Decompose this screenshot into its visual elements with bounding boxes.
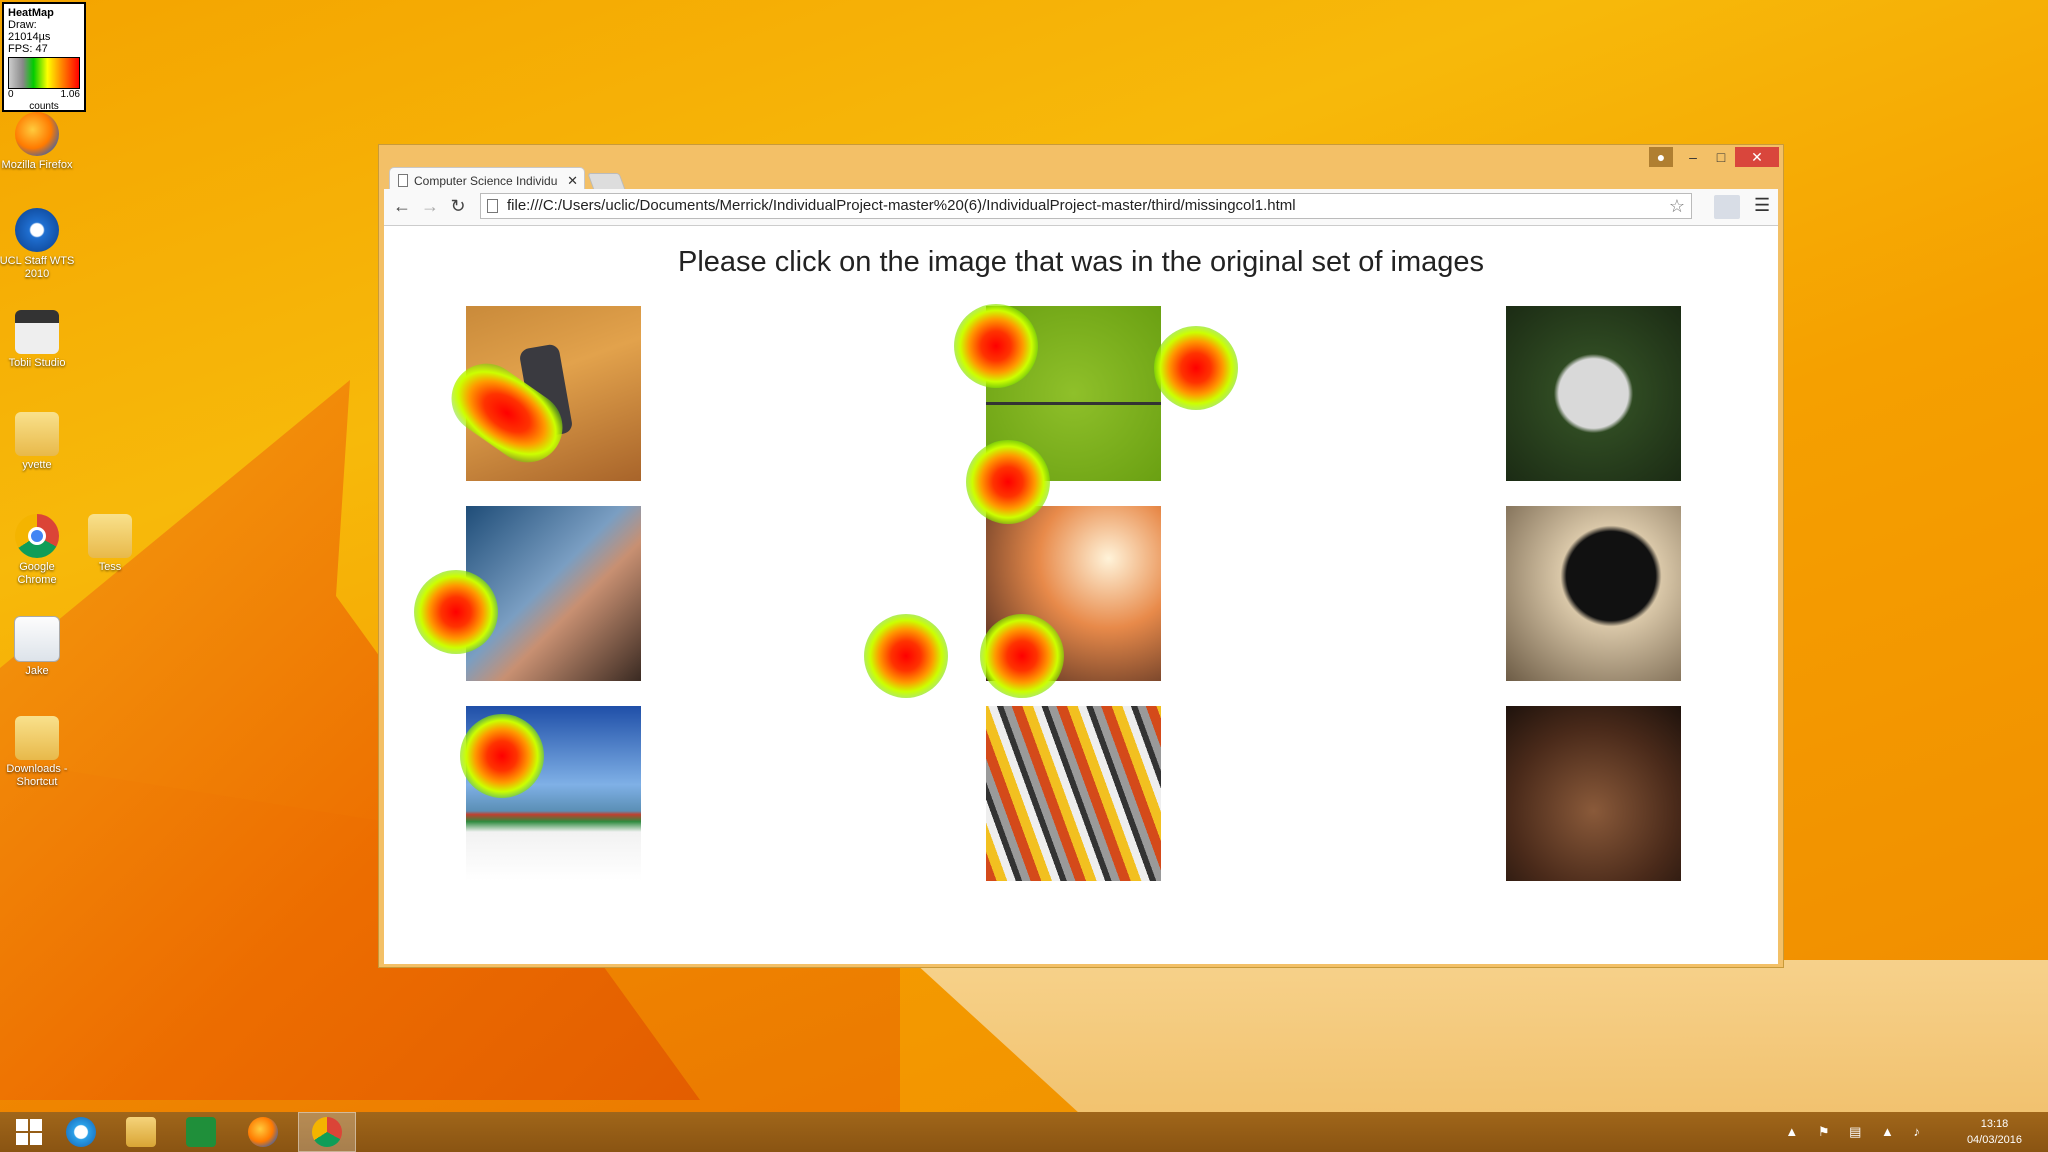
desktop-icon-ucl-staff[interactable]: UCL Staff WTS 2010 — [0, 208, 75, 281]
menu-icon[interactable]: ☰ — [1754, 195, 1770, 216]
heatmap-fps: FPS: 47 — [8, 43, 48, 55]
desktop-icon-label: Tess — [98, 561, 122, 573]
desktop-icon-jake[interactable]: Jake — [0, 616, 75, 678]
store-icon — [186, 1117, 216, 1147]
gaze-heatmap-spot — [414, 570, 498, 654]
heatmap-legend: HeatMap Draw: 21014µs FPS: 47 0 1.06 cou… — [2, 2, 86, 112]
window-controls: ● – □ ✕ — [1649, 147, 1779, 167]
close-button[interactable]: ✕ — [1735, 147, 1779, 167]
desktop-icon-label: Jake — [25, 665, 49, 677]
image-option-rug[interactable] — [986, 706, 1161, 881]
firefox-icon — [248, 1117, 278, 1147]
address-bar[interactable]: file:///C:/Users/uclic/Documents/Merrick… — [480, 193, 1692, 219]
clock-date: 04/03/2016 — [1966, 1134, 2022, 1146]
extension-icon[interactable] — [1714, 195, 1740, 219]
document-icon — [14, 616, 60, 662]
desktop-icon-label: UCL Staff WTS 2010 — [0, 255, 75, 280]
folder-icon — [15, 412, 59, 456]
image-option-telephone[interactable] — [1506, 506, 1681, 681]
chrome-icon — [312, 1117, 342, 1147]
clock-time: 13:18 — [1980, 1118, 2009, 1130]
bookmark-star-icon[interactable]: ☆ — [1669, 194, 1685, 218]
heatmap-draw-time: Draw: 21014µs — [8, 19, 51, 43]
start-button[interactable] — [0, 1112, 58, 1152]
desktop-icon-downloads-shortcut[interactable]: Downloads - Shortcut — [0, 716, 75, 789]
firefox-icon — [15, 112, 59, 156]
page-content: Please click on the image that was in th… — [384, 226, 1778, 964]
taskbar-clock[interactable]: 13:18 04/03/2016 — [1967, 1116, 2022, 1148]
heatmap-scale-min: 0 — [8, 89, 14, 100]
heatmap-scale-max: 1.06 — [60, 89, 80, 100]
downloads-shortcut-icon — [15, 716, 59, 760]
tobii-studio-icon — [15, 310, 59, 354]
file-explorer-icon — [126, 1117, 156, 1147]
page-heading: Please click on the image that was in th… — [678, 246, 1484, 278]
address-url: file:///C:/Users/uclic/Documents/Merrick… — [507, 197, 1296, 214]
folder-icon — [88, 514, 132, 558]
maximize-button[interactable]: □ — [1707, 147, 1735, 167]
ucl-staff-icon — [15, 208, 59, 252]
browser-toolbar: ← → ↻ file:///C:/Users/uclic/Documents/M… — [384, 189, 1778, 226]
heatmap-title: HeatMap — [8, 7, 54, 19]
browser-window: ● – □ ✕ Computer Science Individu ✕ ← → … — [378, 144, 1784, 968]
image-option-machinery[interactable] — [1506, 706, 1681, 881]
desktop-icon-firefox[interactable]: Mozilla Firefox — [0, 112, 75, 172]
heatmap-color-scale — [8, 57, 80, 89]
internet-explorer-icon — [66, 1117, 96, 1147]
taskbar-chrome[interactable] — [298, 1112, 356, 1152]
tab-strip: Computer Science Individu ✕ — [389, 163, 989, 193]
reload-icon[interactable]: ↻ — [446, 196, 470, 217]
image-option-socks[interactable] — [1506, 306, 1681, 481]
gaze-heatmap-spot — [954, 304, 1038, 388]
taskbar-firefox[interactable] — [234, 1112, 292, 1152]
desktop-icon-tobii-studio[interactable]: Tobii Studio — [0, 310, 75, 370]
desktop-icon-label: Mozilla Firefox — [1, 159, 73, 171]
taskbar-file-explorer[interactable] — [112, 1112, 170, 1152]
desktop-icon-chrome[interactable]: Google Chrome — [0, 514, 75, 587]
page-icon — [398, 174, 408, 187]
desktop-icon-label: Google Chrome — [17, 561, 57, 586]
page-icon — [487, 199, 498, 213]
gaze-heatmap-spot — [966, 440, 1050, 524]
gaze-heatmap-spot — [980, 614, 1064, 698]
forward-icon[interactable]: → — [418, 196, 442, 217]
desktop-icon-label: yvette — [22, 459, 52, 471]
gaze-heatmap-spot — [864, 614, 948, 698]
desktop-icon-yvette[interactable]: yvette — [0, 412, 75, 472]
back-icon[interactable]: ← — [390, 196, 414, 217]
taskbar: ▲ ⚑ ▤ ▲ ♪ 13:18 04/03/2016 — [0, 1112, 2048, 1152]
chrome-icon — [15, 514, 59, 558]
desktop-icon-label: Downloads - Shortcut — [6, 763, 68, 788]
gaze-heatmap-spot — [460, 714, 544, 798]
desktop-icon-label: Tobii Studio — [8, 357, 66, 369]
gaze-heatmap-spot — [1154, 326, 1238, 410]
user-profile-icon[interactable]: ● — [1649, 147, 1673, 167]
taskbar-store[interactable] — [172, 1112, 230, 1152]
taskbar-internet-explorer[interactable] — [52, 1112, 110, 1152]
minimize-button[interactable]: – — [1679, 147, 1707, 167]
tab-title: Computer Science Individu — [414, 174, 558, 188]
system-tray[interactable]: ▲ ⚑ ▤ ▲ ♪ — [1785, 1124, 1928, 1140]
windows-logo-icon — [16, 1119, 42, 1145]
desktop-icon-tess[interactable]: Tess — [72, 514, 148, 574]
